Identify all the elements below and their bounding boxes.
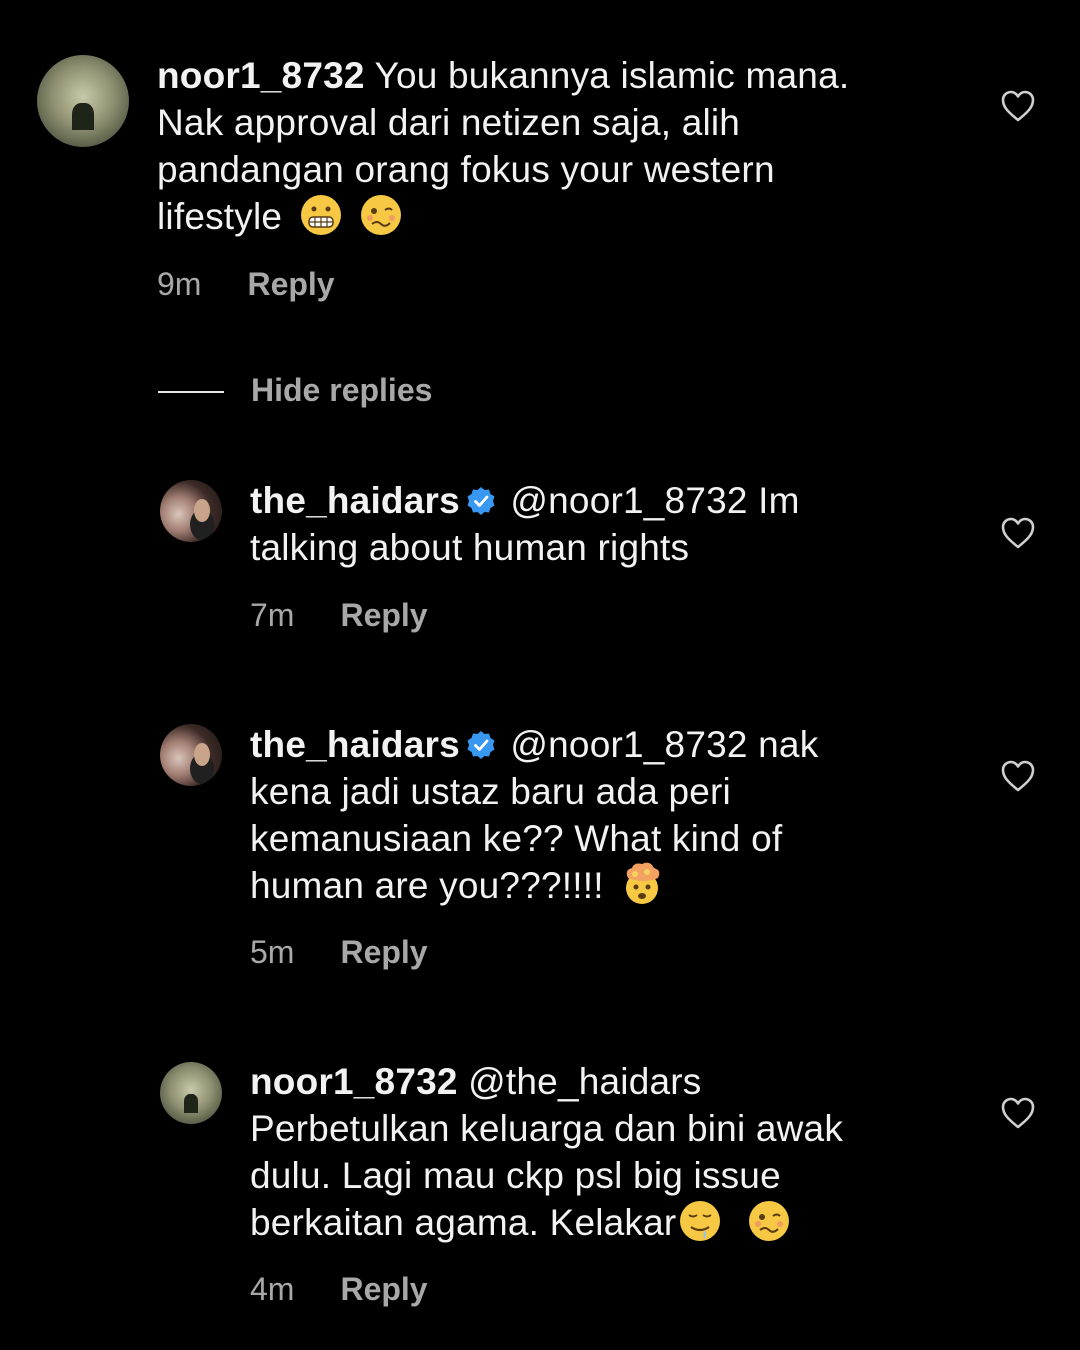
- comment-text: the_haidars @noor1_8732 nak kena jadi us…: [250, 721, 980, 909]
- avatar[interactable]: [37, 55, 129, 147]
- comment-username[interactable]: noor1_8732: [250, 1061, 458, 1102]
- comment-text: noor1_8732 @the_haidars Perbetulkan kelu…: [250, 1058, 980, 1246]
- verified-badge-icon: [467, 487, 495, 515]
- like-heart-icon[interactable]: [1000, 1096, 1036, 1130]
- drooling-face-emoji: [680, 1201, 721, 1241]
- comment-line: Nak approval dari netizen saja, alih: [157, 102, 741, 143]
- comment-line: Perbetulkan keluarga dan bini awak: [250, 1108, 844, 1149]
- comment-line: Im: [758, 480, 800, 521]
- reply-button[interactable]: Reply: [247, 266, 334, 302]
- mention-link[interactable]: @the_haidars: [468, 1061, 701, 1102]
- comment-meta: 9m Reply: [157, 266, 335, 303]
- hide-replies-label: Hide replies: [251, 372, 433, 408]
- avatar[interactable]: [160, 1062, 222, 1124]
- verified-badge-icon: [467, 731, 495, 759]
- like-heart-icon[interactable]: [1000, 516, 1036, 550]
- comment-line: dulu. Lagi mau ckp psl big issue: [250, 1155, 781, 1196]
- reply-button[interactable]: Reply: [340, 1271, 427, 1307]
- comment-line: talking about human rights: [250, 527, 690, 568]
- comment-line: human are you???!!!!: [250, 865, 604, 906]
- comment-time: 7m: [250, 597, 295, 633]
- comment-line: berkaitan agama. Kelakar: [250, 1202, 677, 1243]
- like-heart-icon[interactable]: [1000, 759, 1036, 793]
- woozy-face-emoji: [361, 195, 402, 235]
- comment-text: the_haidars @noor1_8732 Im talking about…: [250, 477, 980, 571]
- comment-line: kena jadi ustaz baru ada peri: [250, 771, 731, 812]
- comment-time: 4m: [250, 1271, 295, 1307]
- comment-time: 9m: [157, 266, 202, 302]
- comment-meta: 4m Reply: [250, 1271, 428, 1308]
- comment-time: 5m: [250, 934, 295, 970]
- comment-line: pandangan orang fokus your western: [157, 149, 775, 190]
- reply-button[interactable]: Reply: [340, 597, 427, 633]
- comment-username[interactable]: noor1_8732: [157, 55, 365, 96]
- exploding-head-emoji: [626, 862, 660, 904]
- comment-line: lifestyle: [157, 196, 283, 237]
- divider: [158, 391, 224, 393]
- comment-line: kemanusiaan ke?? What kind of: [250, 818, 783, 859]
- comment-username[interactable]: the_haidars: [250, 724, 460, 765]
- woozy-face-emoji: [748, 1201, 789, 1241]
- comment-meta: 5m Reply: [250, 934, 428, 971]
- mention-link[interactable]: @noor1_8732: [510, 724, 747, 765]
- reply-button[interactable]: Reply: [340, 934, 427, 970]
- comment-username[interactable]: the_haidars: [250, 480, 460, 521]
- avatar[interactable]: [160, 480, 222, 542]
- comment-line: You bukannya islamic mana.: [374, 55, 850, 96]
- comment-meta: 7m Reply: [250, 597, 428, 634]
- avatar[interactable]: [160, 724, 222, 786]
- mention-link[interactable]: @noor1_8732: [510, 480, 747, 521]
- grimacing-face-emoji: [300, 195, 341, 235]
- comment-line: nak: [758, 724, 819, 765]
- comment-text: noor1_8732 You bukannya islamic mana. Na…: [157, 52, 977, 240]
- like-heart-icon[interactable]: [1000, 89, 1036, 123]
